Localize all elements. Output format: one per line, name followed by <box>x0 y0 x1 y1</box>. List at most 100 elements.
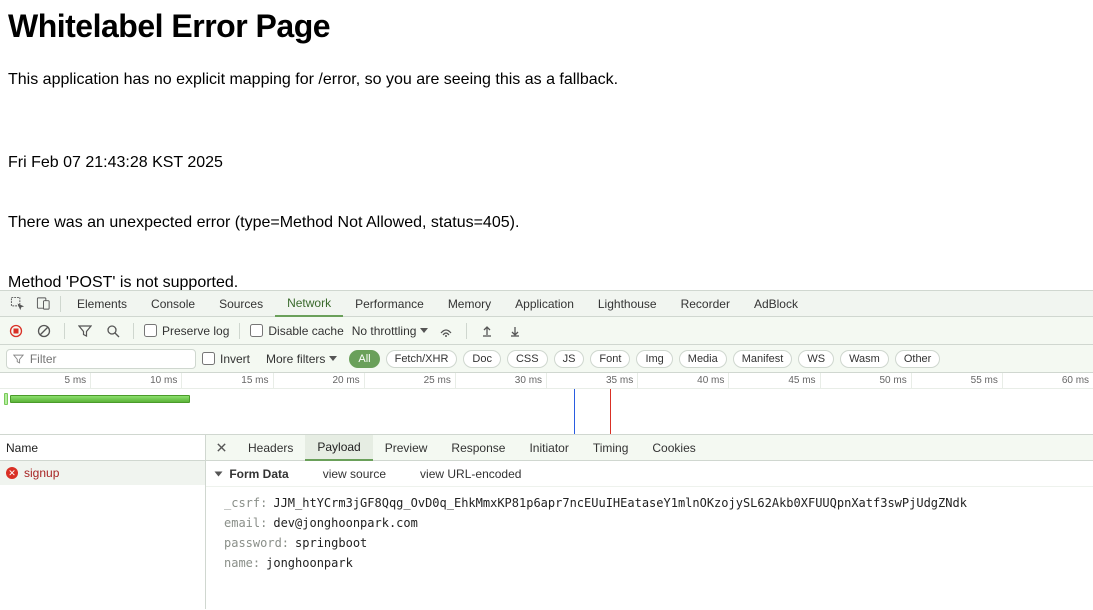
form-value: jonghoonpark <box>266 553 353 573</box>
pill-font[interactable]: Font <box>590 350 630 368</box>
detail-tab-timing[interactable]: Timing <box>581 435 641 461</box>
pill-wasm[interactable]: Wasm <box>840 350 889 368</box>
throttling-select[interactable]: No throttling <box>352 324 429 338</box>
form-field-row: password: springboot <box>224 533 1083 553</box>
network-toolbar: Preserve log Disable cache No throttling <box>0 317 1093 345</box>
tab-application[interactable]: Application <box>503 291 586 317</box>
detail-tab-headers[interactable]: Headers <box>236 435 305 461</box>
divider <box>133 323 134 339</box>
preserve-log-label: Preserve log <box>162 324 229 338</box>
filter-input[interactable] <box>30 352 189 366</box>
close-detail-button[interactable] <box>206 442 236 453</box>
more-filters-label: More filters <box>266 352 325 366</box>
detail-tab-payload[interactable]: Payload <box>305 435 372 461</box>
tick: 15 ms <box>181 373 272 388</box>
tick: 50 ms <box>820 373 911 388</box>
timeline-ticks: 5 ms 10 ms 15 ms 20 ms 25 ms 30 ms 35 ms… <box>0 373 1093 389</box>
pill-ws[interactable]: WS <box>798 350 834 368</box>
error-page-content: Whitelabel Error Page This application h… <box>0 0 1093 290</box>
form-value: springboot <box>295 533 367 553</box>
network-timeline[interactable]: 5 ms 10 ms 15 ms 20 ms 25 ms 30 ms 35 ms… <box>0 373 1093 435</box>
pill-img[interactable]: Img <box>636 350 672 368</box>
chevron-down-icon <box>215 471 223 476</box>
invert-label: Invert <box>220 352 250 366</box>
network-filter-row: Invert More filters All Fetch/XHR Doc CS… <box>0 345 1093 373</box>
export-har-icon[interactable] <box>505 321 525 341</box>
form-value: dev@jonghoonpark.com <box>273 513 418 533</box>
form-field-row: name: jonghoonpark <box>224 553 1083 573</box>
tick: 55 ms <box>911 373 1002 388</box>
form-value: JJM_htYCrm3jGF8Qqg_OvD0q_EhkMmxKP81p6apr… <box>273 493 967 513</box>
fallback-message: This application has no explicit mapping… <box>8 69 1085 91</box>
form-key: password: <box>224 533 289 553</box>
page-title: Whitelabel Error Page <box>8 8 1085 45</box>
detail-tab-cookies[interactable]: Cookies <box>640 435 707 461</box>
disable-cache-checkbox[interactable]: Disable cache <box>250 324 343 338</box>
load-line <box>610 389 611 434</box>
detail-tab-preview[interactable]: Preview <box>373 435 440 461</box>
filter-funnel-icon <box>13 353 24 365</box>
tick: 40 ms <box>637 373 728 388</box>
tick: 60 ms <box>1002 373 1093 388</box>
clear-icon[interactable] <box>34 321 54 341</box>
request-row[interactable]: ✕ signup <box>0 461 205 485</box>
network-body: Name ✕ signup Headers Payload Preview Re… <box>0 435 1093 609</box>
import-har-icon[interactable] <box>477 321 497 341</box>
tick: 45 ms <box>728 373 819 388</box>
form-field-row: _csrf: JJM_htYCrm3jGF8Qqg_OvD0q_EhkMmxKP… <box>224 493 1083 513</box>
pill-media[interactable]: Media <box>679 350 727 368</box>
pill-css[interactable]: CSS <box>507 350 548 368</box>
tab-elements[interactable]: Elements <box>65 291 139 317</box>
filter-input-wrap[interactable] <box>6 349 196 369</box>
divider <box>239 323 240 339</box>
error-detail: Fri Feb 07 21:43:28 KST 2025 There was a… <box>8 113 1085 290</box>
pill-other[interactable]: Other <box>895 350 941 368</box>
view-url-encoded-link[interactable]: view URL-encoded <box>420 467 521 481</box>
form-key: email: <box>224 513 267 533</box>
pill-manifest[interactable]: Manifest <box>733 350 793 368</box>
filter-icon[interactable] <box>75 321 95 341</box>
tab-memory[interactable]: Memory <box>436 291 503 317</box>
devtools-tabstrip: Elements Console Sources Network Perform… <box>0 291 1093 317</box>
timeline-request-bar <box>10 395 190 403</box>
pill-doc[interactable]: Doc <box>463 350 501 368</box>
record-icon[interactable] <box>6 321 26 341</box>
formdata-title: Form Data <box>229 467 288 481</box>
disable-cache-label: Disable cache <box>268 324 343 338</box>
error-timestamp: Fri Feb 07 21:43:28 KST 2025 <box>8 153 1085 173</box>
formdata-toggle[interactable]: Form Data <box>216 467 289 481</box>
pill-all[interactable]: All <box>349 350 379 368</box>
pill-js[interactable]: JS <box>554 350 585 368</box>
name-column-header[interactable]: Name <box>0 435 205 461</box>
formdata-body: _csrf: JJM_htYCrm3jGF8Qqg_OvD0q_EhkMmxKP… <box>206 487 1093 581</box>
form-key: _csrf: <box>224 493 267 513</box>
invert-checkbox[interactable]: Invert <box>202 352 250 366</box>
request-detail: Headers Payload Preview Response Initiat… <box>206 435 1093 609</box>
tab-adblock[interactable]: AdBlock <box>742 291 810 317</box>
tab-console[interactable]: Console <box>139 291 207 317</box>
throttling-label: No throttling <box>352 324 417 338</box>
search-icon[interactable] <box>103 321 123 341</box>
error-status-icon: ✕ <box>6 467 18 479</box>
form-key: name: <box>224 553 260 573</box>
device-toggle-icon[interactable] <box>30 291 56 317</box>
pill-fetchxhr[interactable]: Fetch/XHR <box>386 350 458 368</box>
preserve-log-checkbox[interactable]: Preserve log <box>144 324 229 338</box>
tick: 30 ms <box>455 373 546 388</box>
divider <box>64 323 65 339</box>
tab-network[interactable]: Network <box>275 291 343 317</box>
tick: 5 ms <box>0 373 90 388</box>
detail-tab-response[interactable]: Response <box>439 435 517 461</box>
view-source-link[interactable]: view source <box>323 467 386 481</box>
network-conditions-icon[interactable] <box>436 321 456 341</box>
detail-tabstrip: Headers Payload Preview Response Initiat… <box>206 435 1093 461</box>
tab-recorder[interactable]: Recorder <box>669 291 742 317</box>
tab-lighthouse[interactable]: Lighthouse <box>586 291 669 317</box>
inspect-icon[interactable] <box>4 291 30 317</box>
tab-sources[interactable]: Sources <box>207 291 275 317</box>
more-filters-button[interactable]: More filters <box>266 352 337 366</box>
tab-performance[interactable]: Performance <box>343 291 436 317</box>
timeline-request-bar <box>4 393 8 405</box>
error-unexpected: There was an unexpected error (type=Meth… <box>8 213 1085 233</box>
detail-tab-initiator[interactable]: Initiator <box>517 435 580 461</box>
